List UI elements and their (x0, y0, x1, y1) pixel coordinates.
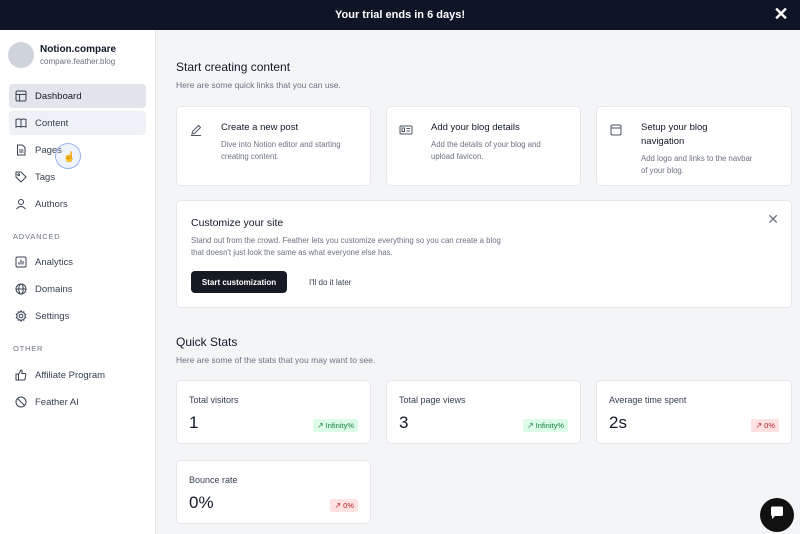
stat-label: Total visitors (189, 395, 239, 405)
trial-banner: Your trial ends in 6 days! ✕ (0, 0, 800, 30)
chat-bubble-icon (769, 505, 785, 526)
customize-title: Customize your site (191, 217, 284, 229)
stat-card-bounce-rate: Bounce rate 0% ↗ 0% (176, 460, 371, 524)
sidebar-item-label: Affiliate Program (35, 369, 106, 381)
id-card-icon (399, 123, 415, 139)
chat-support-button[interactable] (760, 498, 794, 532)
stats-section-subtitle: Here are some of the stats that you may … (176, 355, 376, 365)
stat-value: 0% (189, 493, 214, 512)
close-icon[interactable]: ✕ (767, 211, 779, 228)
profile-switcher[interactable]: Notion.compare compare.feather.blog (8, 42, 116, 68)
trend-up-icon: ↗ (526, 421, 534, 430)
trend-badge-value: 0% (764, 421, 775, 430)
sidebar-item-domains[interactable]: Domains (9, 277, 146, 301)
trend-up-icon: ↗ (755, 421, 763, 430)
sidebar-item-dashboard[interactable]: Dashboard (9, 84, 146, 108)
stat-card-total-page-views: Total page views 3 ↗ Infinity% (386, 380, 581, 444)
chart-icon (15, 256, 27, 268)
start-section-title: Start creating content (176, 60, 291, 74)
stat-value: 3 (399, 413, 409, 432)
stats-section-title: Quick Stats (176, 335, 238, 349)
pencil-icon (189, 123, 205, 139)
stat-card-average-time: Average time spent 2s ↗ 0% (596, 380, 792, 444)
customize-site-card: Customize your site Stand out from the c… (176, 200, 792, 308)
do-it-later-button[interactable]: I'll do it later (309, 271, 351, 293)
sidebar-item-tags[interactable]: Tags (9, 165, 146, 189)
profile-domain: compare.feather.blog (40, 57, 116, 66)
sidebar-item-analytics[interactable]: Analytics (9, 250, 146, 274)
globe-icon (15, 283, 27, 295)
quick-link-blog-navigation[interactable]: Setup your blog navigation Add logo and … (596, 106, 792, 186)
sidebar: Notion.compare compare.feather.blog Dash… (0, 30, 156, 534)
pointer-cursor-icon: ☝ (63, 152, 76, 163)
sidebar-item-affiliate[interactable]: Affiliate Program (9, 363, 146, 387)
stat-label: Total page views (399, 395, 466, 405)
gear-icon (15, 310, 27, 322)
book-icon (15, 117, 27, 129)
trend-badge: ↗ 0% (330, 499, 358, 512)
pages-icon (15, 144, 27, 156)
sidebar-item-label: Tags (35, 171, 56, 183)
trend-badge-value: Infinity% (535, 421, 564, 430)
sidebar-item-label: Feather AI (35, 396, 79, 408)
thumbs-up-icon (15, 369, 27, 381)
layout-icon (15, 90, 27, 102)
sidebar-item-feather-ai[interactable]: Feather AI (9, 390, 146, 414)
sidebar-item-label: Content (35, 117, 69, 129)
profile-name: Notion.compare (40, 44, 117, 55)
sidebar-item-label: Domains (35, 283, 73, 295)
start-section-subtitle: Here are some quick links that you can u… (176, 80, 341, 90)
quick-link-blog-details[interactable]: Add your blog details Add the details of… (386, 106, 581, 186)
stat-value: 1 (189, 413, 199, 432)
trend-badge-value: Infinity% (325, 421, 354, 430)
stat-value: 2s (609, 413, 627, 432)
trial-banner-text: Your trial ends in 6 days! (335, 9, 465, 21)
trend-badge: ↗ Infinity% (312, 419, 358, 432)
window-icon (609, 123, 625, 139)
trend-badge: ↗ 0% (751, 419, 779, 432)
sidebar-item-settings[interactable]: Settings (9, 304, 146, 328)
stat-label: Bounce rate (189, 475, 238, 485)
user-icon (15, 198, 27, 210)
start-customization-button[interactable]: Start customization (191, 271, 287, 293)
tag-icon (15, 171, 27, 183)
trend-badge-value: 0% (343, 501, 354, 510)
trend-up-icon: ↗ (334, 501, 342, 510)
avatar (8, 42, 34, 68)
main-content: Start creating content Here are some qui… (156, 30, 800, 534)
customize-desc: Stand out from the crowd. Feather lets y… (191, 236, 501, 257)
feather-icon (15, 396, 27, 408)
section-label-other: OTHER (13, 344, 44, 353)
quick-link-desc: Add logo and links to the navbar of your… (641, 154, 753, 175)
quick-link-title: Create a new post (221, 122, 299, 133)
trend-badge: ↗ Infinity% (522, 419, 568, 432)
sidebar-item-label: Analytics (35, 256, 74, 268)
sidebar-item-label: Authors (35, 198, 68, 210)
sidebar-item-label: Settings (35, 310, 70, 322)
trend-up-icon: ↗ (316, 421, 324, 430)
quick-link-desc: Add the details of your blog and upload … (431, 140, 541, 161)
sidebar-item-content[interactable]: Content (9, 111, 146, 135)
quick-link-title: Setup your blog navigation (641, 122, 708, 147)
quick-link-create-post[interactable]: Create a new post Dive into Notion edito… (176, 106, 371, 186)
close-icon[interactable]: ✕ (772, 5, 790, 23)
sidebar-item-label: Dashboard (35, 90, 82, 102)
quick-link-desc: Dive into Notion editor and starting cre… (221, 140, 341, 161)
sidebar-item-authors[interactable]: Authors (9, 192, 146, 216)
stat-card-total-visitors: Total visitors 1 ↗ Infinity% (176, 380, 371, 444)
stat-label: Average time spent (609, 395, 687, 405)
section-label-advanced: ADVANCED (13, 232, 61, 241)
quick-link-title: Add your blog details (431, 122, 520, 133)
